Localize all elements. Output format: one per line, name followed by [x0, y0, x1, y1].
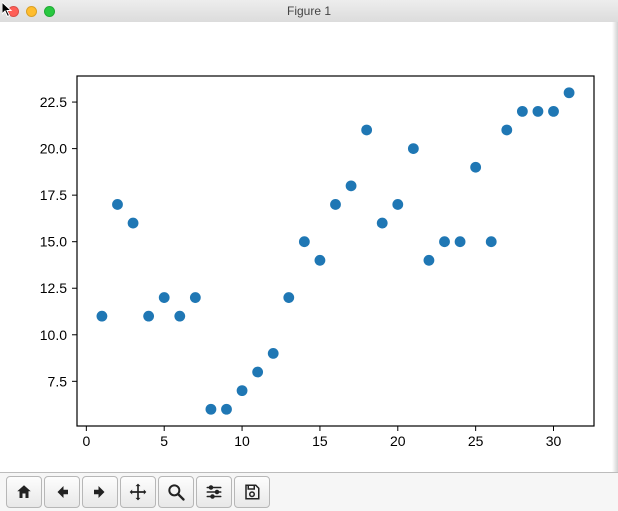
scatter-chart: 0 5 10 15 20 25 30 7.5 10.0 12.5 15.0 17.5 20.0 22.5 [0, 22, 618, 473]
window-title: Figure 1 [0, 4, 618, 18]
data-point [361, 125, 372, 136]
data-point [408, 143, 419, 154]
data-point [128, 218, 139, 229]
home-icon [14, 483, 34, 501]
toolbar [0, 472, 618, 511]
minimize-icon[interactable] [26, 6, 37, 17]
x-tick-label: 25 [468, 433, 484, 449]
data-point [143, 311, 154, 322]
data-point [486, 236, 497, 247]
data-point [501, 125, 512, 136]
save-button[interactable] [234, 476, 270, 508]
data-point [377, 218, 388, 229]
y-tick-label: 20.0 [40, 141, 67, 157]
data-point [315, 255, 326, 266]
x-tick-label: 20 [390, 433, 406, 449]
y-tick-label: 7.5 [48, 373, 68, 389]
data-point [346, 180, 357, 191]
data-point [439, 236, 450, 247]
data-point [97, 311, 108, 322]
arrow-left-icon [52, 483, 72, 501]
data-point [112, 199, 123, 210]
pan-button[interactable] [120, 476, 156, 508]
data-point [455, 236, 466, 247]
data-point [252, 367, 263, 378]
back-button[interactable] [44, 476, 80, 508]
data-point [159, 292, 170, 303]
x-tick-label: 10 [234, 433, 250, 449]
data-point [283, 292, 294, 303]
sliders-icon [204, 483, 224, 501]
data-point [548, 106, 559, 117]
y-tick-label: 22.5 [40, 94, 67, 110]
traffic-lights [0, 6, 55, 17]
data-point [533, 106, 544, 117]
y-tick-label: 12.5 [40, 280, 67, 296]
x-tick-label: 15 [312, 433, 328, 449]
data-point [268, 348, 279, 359]
data-point [470, 162, 481, 173]
x-tick-label: 5 [160, 433, 168, 449]
search-icon [166, 482, 186, 502]
save-icon [243, 483, 261, 501]
titlebar: Figure 1 [0, 0, 618, 23]
move-icon [128, 482, 148, 502]
window-root: Figure 1 0 5 10 15 20 25 30 7.5 10.0 12.5 15.0 17.5… [0, 0, 618, 511]
data-point [174, 311, 185, 322]
data-point [206, 404, 217, 415]
zoom-button[interactable] [158, 476, 194, 508]
data-point [190, 292, 201, 303]
data-point [221, 404, 232, 415]
x-tick-label: 0 [82, 433, 90, 449]
close-icon[interactable] [8, 6, 19, 17]
data-point [564, 87, 575, 98]
data-point [424, 255, 435, 266]
figure-area: 0 5 10 15 20 25 30 7.5 10.0 12.5 15.0 17.5 20.0 22.5 [0, 22, 618, 473]
x-tick-label: 30 [546, 433, 562, 449]
y-tick-label: 10.0 [40, 327, 67, 343]
data-point [330, 199, 341, 210]
data-point [299, 236, 310, 247]
data-point [237, 385, 248, 396]
y-tick-label: 15.0 [40, 234, 67, 250]
arrow-right-icon [90, 483, 110, 501]
zoom-window-icon[interactable] [44, 6, 55, 17]
data-point [392, 199, 403, 210]
y-tick-label: 17.5 [40, 187, 67, 203]
forward-button[interactable] [82, 476, 118, 508]
data-point [517, 106, 528, 117]
home-button[interactable] [6, 476, 42, 508]
configure-button[interactable] [196, 476, 232, 508]
